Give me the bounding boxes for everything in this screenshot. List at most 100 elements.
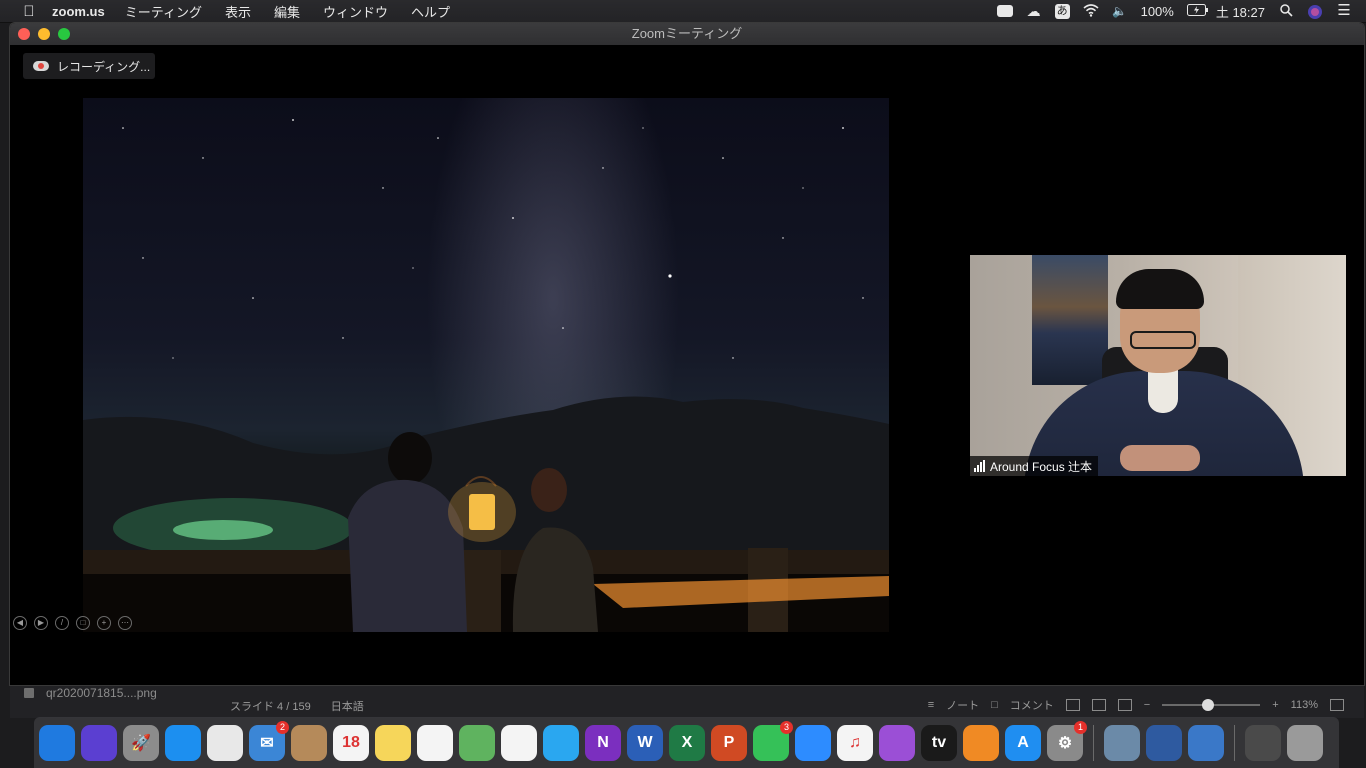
more-options-icon[interactable]: ⋯: [118, 616, 132, 630]
dock-messages-icon[interactable]: [543, 724, 579, 761]
dock-contacts-icon[interactable]: [291, 724, 327, 761]
cloud-recording-icon: [33, 61, 49, 71]
copy-slide-icon[interactable]: □: [76, 616, 90, 630]
participant-name: Around Focus 辻本: [990, 459, 1093, 474]
dock-books-icon[interactable]: [963, 724, 999, 761]
slide-sorter-icon[interactable]: [1091, 699, 1106, 711]
zoom-slider[interactable]: [1162, 699, 1261, 711]
dock-app-store-icon[interactable]: A: [1005, 724, 1041, 761]
clock[interactable]: 土 18:27: [1216, 2, 1265, 21]
normal-view-icon[interactable]: [1065, 699, 1080, 711]
file-tab[interactable]: qr2020071815....png: [24, 686, 157, 700]
dock-photos-icon[interactable]: [501, 724, 537, 761]
menu-window[interactable]: ウィンドウ: [323, 2, 388, 21]
close-window-button[interactable]: [18, 28, 30, 40]
menu-app-name[interactable]: zoom.us: [52, 4, 105, 19]
minimize-window-button[interactable]: [38, 28, 50, 40]
comments-icon[interactable]: □: [991, 699, 998, 711]
dock-chrome-icon[interactable]: [207, 724, 243, 761]
notification-badge: 2: [276, 720, 289, 734]
menu-edit[interactable]: 編集: [274, 2, 300, 21]
dock-preview-icon[interactable]: [1104, 724, 1140, 761]
file-name: qr2020071815....png: [46, 686, 157, 700]
dock-excel-icon[interactable]: X: [669, 724, 705, 761]
notes-button[interactable]: ノート: [946, 697, 979, 713]
dock-notes-icon[interactable]: [375, 724, 411, 761]
recording-indicator[interactable]: レコーディング...: [23, 53, 155, 79]
dock-music-icon[interactable]: ♫: [837, 724, 873, 761]
slide-info: スライド 4 / 159 日本語: [230, 698, 364, 714]
menu-bar:  zoom.us ミーティング 表示 編集 ウィンドウ ヘルプ ☁ あ 🔈 1…: [0, 0, 1366, 23]
participant-collar: [1148, 369, 1178, 413]
language-label[interactable]: 日本語: [331, 698, 364, 714]
control-center-icon[interactable]: ☰: [1336, 3, 1352, 18]
window-title: Zoomミーティング: [631, 26, 743, 41]
image-file-icon: [24, 688, 34, 698]
zoom-camera-icon[interactable]: [996, 5, 1013, 17]
participant-glasses: [1130, 331, 1196, 349]
previous-slide-icon[interactable]: ◀: [13, 616, 27, 630]
dock-finder-icon[interactable]: [39, 724, 75, 761]
comments-button[interactable]: コメント: [1010, 697, 1054, 713]
dock-screen-app-icon[interactable]: [1146, 724, 1182, 761]
dock-zoom-icon[interactable]: [795, 724, 831, 761]
presentation-status-bar: qr2020071815....png スライド 4 / 159 日本語 ≡ ノ…: [10, 685, 1364, 718]
battery-icon[interactable]: [1186, 4, 1208, 18]
recording-label: レコーディング...: [57, 59, 151, 74]
volume-icon[interactable]: 🔈: [1112, 4, 1128, 18]
dock: 🚀 ✉ 2 18 N W X P 3 ♫ tv A ⚙ 1: [34, 717, 1339, 768]
menu-help[interactable]: ヘルプ: [411, 2, 450, 21]
spotlight-icon[interactable]: [1278, 4, 1294, 18]
menu-view[interactable]: 表示: [225, 2, 251, 21]
shared-slide-image: [83, 98, 889, 632]
notes-icon[interactable]: ≡: [928, 699, 934, 711]
notification-badge: 3: [780, 720, 793, 734]
menu-meeting[interactable]: ミーティング: [125, 2, 202, 21]
zoom-in-icon[interactable]: +: [1272, 699, 1278, 711]
zoom-slide-icon[interactable]: +: [97, 616, 111, 630]
dock-calendar-icon[interactable]: 18: [333, 724, 369, 761]
input-method-icon[interactable]: あ: [1054, 3, 1070, 19]
dock-podcasts-icon[interactable]: [879, 724, 915, 761]
slide-toolbar: ◀ ▶ / □ + ⋯: [13, 616, 132, 630]
dock-mail-icon[interactable]: ✉ 2: [249, 720, 289, 761]
dock-reminders-icon[interactable]: [417, 724, 453, 761]
dock-maps-icon[interactable]: [459, 724, 495, 761]
dock-downloads-icon[interactable]: [1245, 724, 1281, 761]
participant-hair: [1116, 269, 1204, 309]
pen-icon[interactable]: /: [55, 616, 69, 630]
dock-launchpad-icon[interactable]: 🚀: [123, 724, 159, 761]
dock-keynote-chart-icon[interactable]: [1188, 724, 1224, 761]
zoom-level[interactable]: 113%: [1291, 699, 1318, 711]
dock-siri-icon[interactable]: [81, 724, 117, 761]
next-slide-icon[interactable]: ▶: [34, 616, 48, 630]
zoom-out-icon[interactable]: −: [1144, 699, 1150, 711]
dock-system-preferences-icon[interactable]: ⚙ 1: [1047, 720, 1087, 761]
zoom-slider-knob[interactable]: [1201, 699, 1214, 711]
view-controls: ≡ ノート □ コメント − + 113%: [928, 697, 1344, 713]
apple-logo-icon[interactable]: : [20, 3, 38, 20]
zoom-window-button[interactable]: [58, 28, 70, 40]
icloud-icon[interactable]: ☁: [1026, 4, 1042, 18]
participant-name-tag: Around Focus 辻本: [970, 456, 1099, 476]
dock-separator: [1234, 724, 1235, 761]
siri-icon[interactable]: [1307, 4, 1323, 19]
dock-onenote-icon[interactable]: N: [585, 724, 621, 761]
dock-powerpoint-icon[interactable]: P: [711, 724, 747, 761]
dock-trash-icon[interactable]: [1287, 724, 1323, 761]
fit-to-window-icon[interactable]: [1330, 699, 1344, 711]
status-area: ☁ あ 🔈 100% 土 18:27 ☰: [996, 0, 1352, 22]
participant-hands: [1120, 445, 1200, 471]
battery-percent[interactable]: 100%: [1141, 4, 1174, 19]
night-scene-illustration: [83, 119, 889, 632]
dock-apple-tv-icon[interactable]: tv: [921, 724, 957, 761]
participant-video-tile[interactable]: Around Focus 辻本: [970, 255, 1346, 476]
zoom-meeting-window: Zoomミーティング レコーディング... ◀ ▶ / □ + ⋯ Around…: [10, 23, 1364, 685]
slideshow-icon[interactable]: [1117, 699, 1132, 711]
dock-facetime-icon[interactable]: 3: [753, 720, 793, 761]
wifi-icon[interactable]: [1083, 4, 1099, 18]
dock-safari-icon[interactable]: [165, 724, 201, 761]
dock-word-icon[interactable]: W: [627, 724, 663, 761]
dock-separator: [1093, 724, 1094, 761]
notification-badge: 1: [1074, 720, 1087, 734]
